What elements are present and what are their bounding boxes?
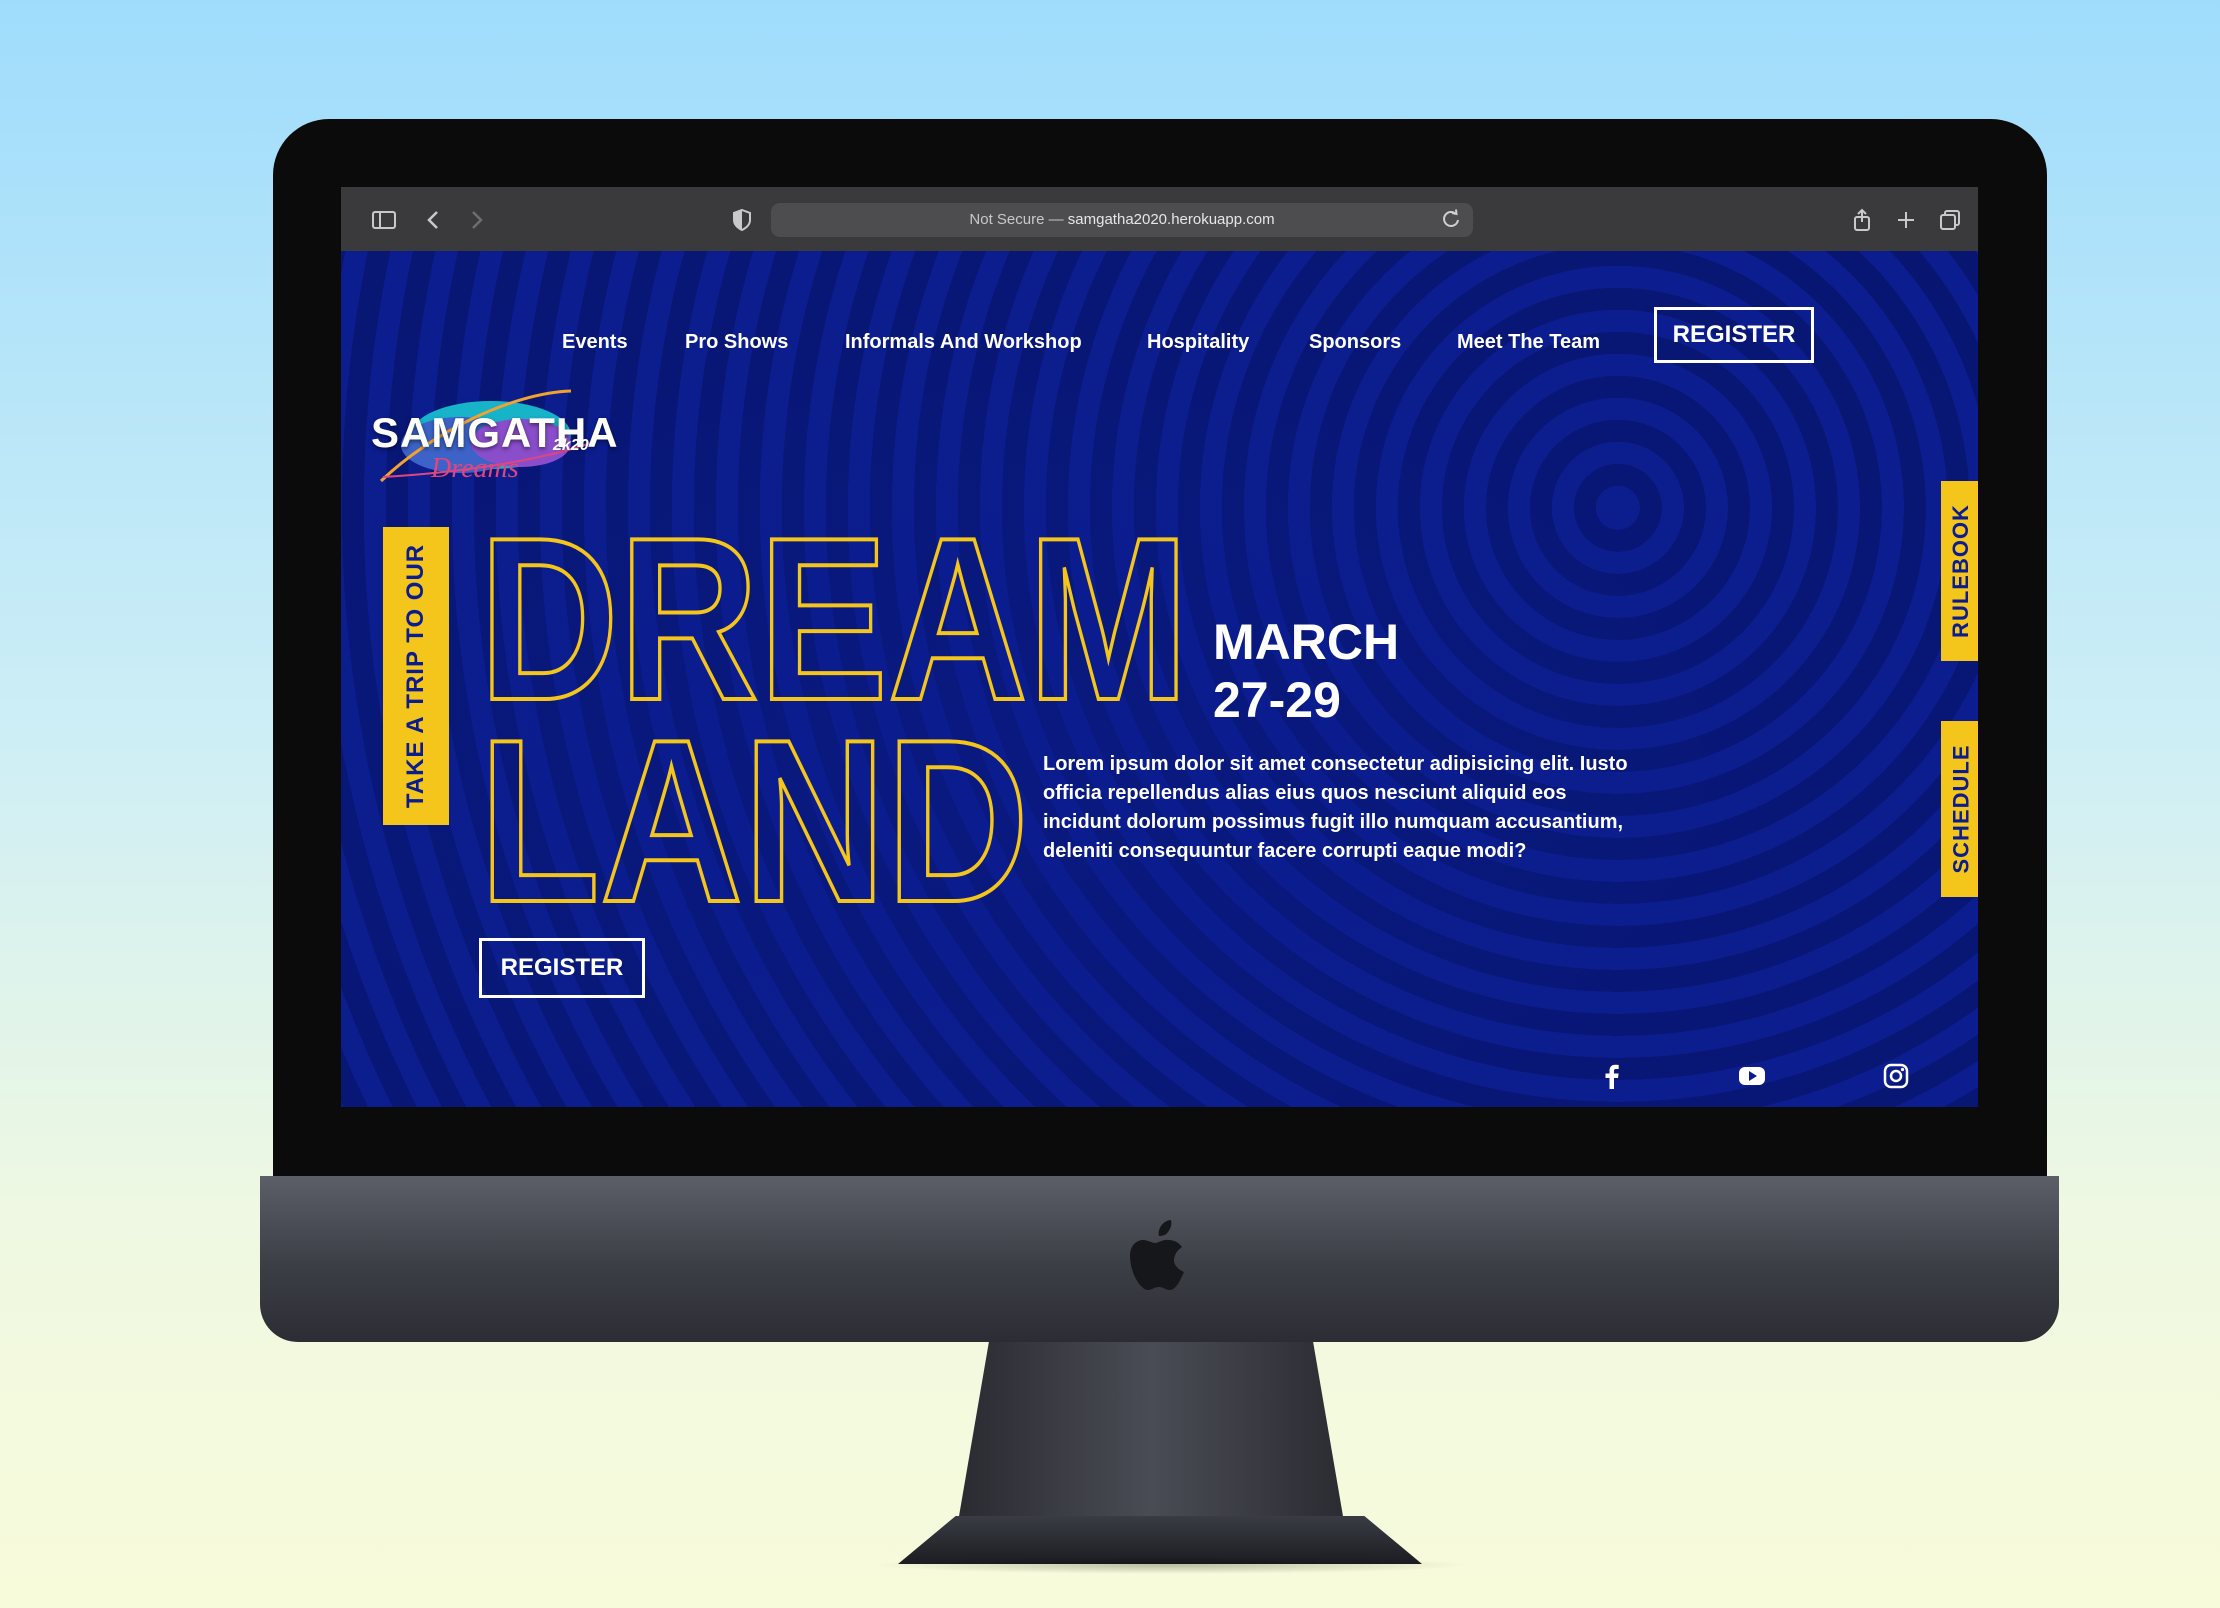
share-icon[interactable] (1849, 207, 1875, 233)
forward-icon[interactable] (463, 207, 489, 233)
rulebook-label: RULEBOOK (1948, 504, 1974, 638)
schedule-tab[interactable]: SCHEDULE (1941, 721, 1978, 897)
new-tab-icon[interactable] (1893, 207, 1919, 233)
logo-script: Dreams (431, 453, 519, 484)
hero-title-line2: LAND (479, 692, 1029, 951)
privacy-shield-icon[interactable] (729, 207, 755, 233)
browser-window: Not Secure — samgatha2020.herokuapp.com … (341, 187, 1978, 1107)
nav-item-informals-and-workshop[interactable]: Informals And Workshop (845, 331, 1082, 354)
back-icon[interactable] (421, 207, 447, 233)
not-secure-label: Not Secure — (969, 211, 1064, 228)
instagram-icon[interactable] (1881, 1061, 1911, 1091)
reload-icon[interactable] (1441, 208, 1461, 230)
samgatha-logo[interactable]: SAMGATHA Dreams 2k20 (371, 373, 618, 503)
event-month: MARCH (1213, 614, 1400, 670)
hero-description: Lorem ipsum dolor sit amet consectetur a… (1043, 753, 1628, 862)
hero-tagline: TAKE A TRIP TO OUR (402, 543, 430, 809)
imac-stand (958, 1342, 1344, 1522)
nav-item-sponsors[interactable]: Sponsors (1309, 331, 1401, 354)
logo-year: 2k20 (553, 437, 589, 454)
youtube-icon[interactable] (1737, 1061, 1767, 1091)
event-days: 27-29 (1213, 672, 1341, 728)
address-url: samgatha2020.herokuapp.com (1067, 211, 1275, 228)
event-date: MARCH 27-29 (1213, 613, 1399, 729)
nav-item-pro-shows[interactable]: Pro Shows (685, 331, 788, 354)
apple-logo-icon (1129, 1220, 1184, 1290)
browser-toolbar: Not Secure — samgatha2020.herokuapp.com (341, 187, 1978, 252)
address-bar[interactable]: Not Secure — samgatha2020.herokuapp.com (771, 203, 1473, 237)
facebook-icon[interactable] (1597, 1061, 1627, 1091)
stand-shadow (870, 1556, 1470, 1574)
hero-title: DREAM LAND (477, 488, 1191, 953)
tab-overview-icon[interactable] (1937, 207, 1963, 233)
schedule-label: SCHEDULE (1948, 744, 1974, 874)
nav-register-button[interactable]: REGISTER (1654, 307, 1814, 363)
nav-item-meet-the-team[interactable]: Meet The Team (1457, 331, 1600, 354)
hero-register-button[interactable]: REGISTER (479, 938, 645, 998)
web-page: Events Pro Shows Informals And Workshop … (341, 251, 1978, 1107)
rulebook-tab[interactable]: RULEBOOK (1941, 481, 1978, 661)
hero-tagline-tab: TAKE A TRIP TO OUR (383, 527, 449, 825)
imac-chin (260, 1176, 2059, 1342)
sidebar-icon[interactable] (371, 207, 397, 233)
nav-item-hospitality[interactable]: Hospitality (1147, 331, 1249, 354)
nav-item-events[interactable]: Events (562, 331, 628, 354)
